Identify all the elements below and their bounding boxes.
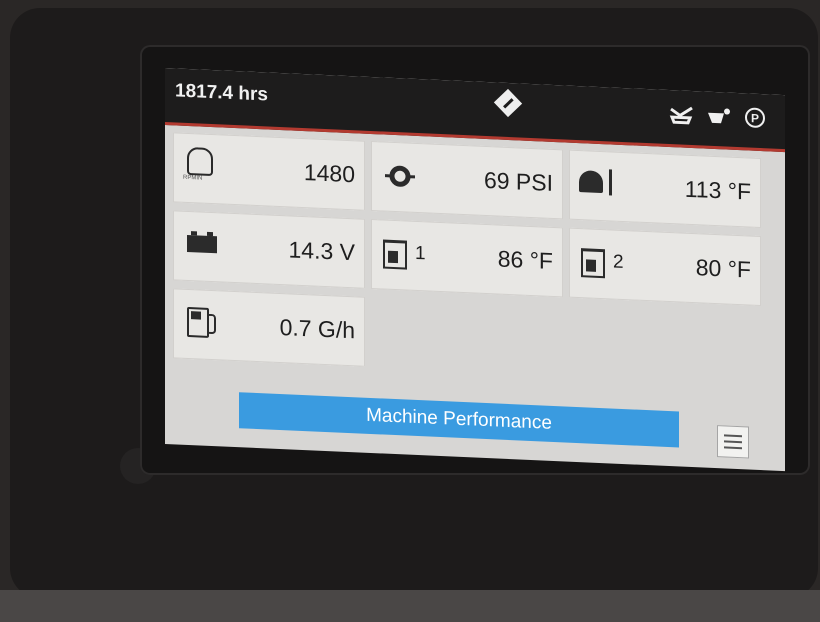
menu-icon[interactable] [717, 425, 749, 459]
tank1-index: 1 [415, 242, 426, 265]
menu-line [724, 440, 742, 444]
housing-bottom [0, 590, 820, 622]
engine-speed-tile[interactable]: RPMIN 1480 [173, 132, 365, 211]
hydraulic-oil-icon [705, 105, 733, 128]
hydraulic-tank-temp-icon [383, 239, 407, 270]
oil-pressure-value: 69 PSI [483, 166, 553, 196]
gauge-grid: RPMIN 1480 69 PSI 113 °F 14.3 V 1 86 °F … [173, 132, 777, 390]
coolant-temp-value: 113 °F [684, 175, 751, 205]
oil-pressure-icon [383, 162, 417, 191]
tank1-temp-value: 86 °F [497, 245, 553, 274]
tank2-temp-value: 80 °F [695, 254, 751, 283]
engine-hours: 1817.4 hrs [175, 80, 268, 106]
warning-diamond-icon [493, 88, 523, 118]
engine-speed-caption: RPMIN [183, 174, 203, 182]
menu-line [724, 446, 742, 450]
oil-pressure-tile[interactable]: 69 PSI [371, 140, 563, 220]
display-screen: 1817.4 hrs P RPMIN 1480 69 PSI 113 °F 14… [165, 68, 785, 472]
battery-voltage-tile[interactable]: 14.3 V [173, 210, 365, 289]
parking-brake-label: P [751, 111, 759, 125]
seat-belt-icon [667, 103, 695, 126]
coolant-temperature-icon [579, 170, 603, 194]
engine-speed-icon [187, 146, 213, 177]
coolant-temp-tile[interactable]: 113 °F [569, 149, 761, 229]
machine-performance-title[interactable]: Machine Performance [239, 392, 679, 448]
menu-line [724, 434, 742, 438]
battery-voltage-value: 14.3 V [288, 236, 356, 266]
battery-icon [187, 234, 217, 254]
fuel-rate-value: 0.7 G/h [279, 314, 355, 344]
fuel-pump-icon [187, 306, 209, 338]
parking-brake-icon: P [741, 106, 769, 129]
hydraulic-tank-temp-icon [581, 248, 605, 279]
tank2-temp-tile[interactable]: 2 80 °F [569, 227, 761, 307]
engine-speed-value: 1480 [303, 159, 355, 188]
tank1-temp-tile[interactable]: 1 86 °F [371, 218, 563, 298]
fuel-rate-tile[interactable]: 0.7 G/h [173, 288, 365, 367]
tank2-index: 2 [613, 251, 624, 274]
